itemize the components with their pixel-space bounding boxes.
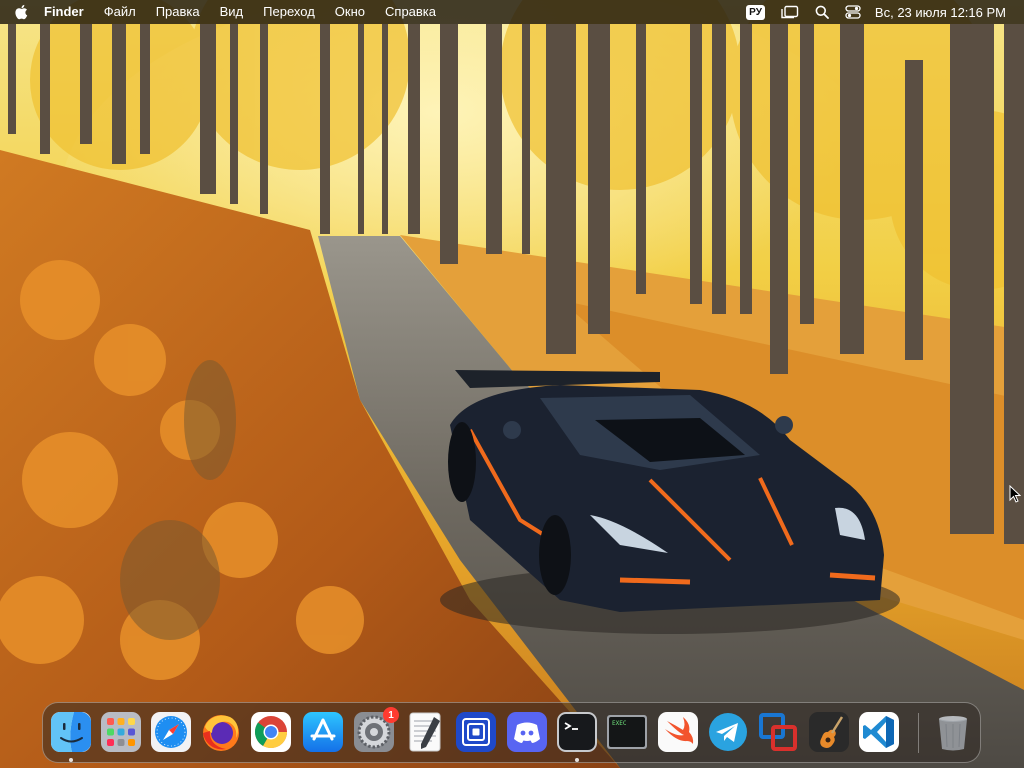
screens-icon [456,712,496,752]
dock-separator [918,713,919,753]
dock-launchpad[interactable] [100,711,142,753]
safari-icon [151,712,191,752]
finder-icon [51,712,91,752]
input-source-badge: РУ [746,4,765,20]
control-center-icon[interactable] [837,0,869,24]
garageband-icon [809,712,849,752]
dock-swift-playgrounds[interactable] [657,711,699,753]
spotlight-search-icon[interactable] [807,0,837,24]
terminal-icon [557,712,597,752]
firefox-icon [203,715,239,751]
menu-view[interactable]: Вид [210,0,254,24]
dock-finder[interactable] [50,711,92,762]
menu-window[interactable]: Окно [325,0,375,24]
dock-textedit[interactable] [404,711,446,753]
dock-safari[interactable] [150,711,192,753]
console-icon: EXEC [607,715,647,749]
dock-vscode[interactable] [858,711,900,753]
dock-parallels[interactable] [757,711,799,753]
dock-firefox[interactable] [200,711,242,753]
running-indicator [575,758,579,762]
discord-icon [507,712,547,752]
menu-app-name[interactable]: Finder [34,0,94,24]
console-label: EXEC [612,720,627,727]
vscode-icon [859,712,899,752]
dock-discord[interactable] [506,711,548,753]
dock-app-store[interactable] [302,711,344,753]
notification-badge: 1 [383,707,399,723]
dock-console[interactable]: EXEC [606,711,648,753]
parallels-icon [759,713,797,751]
swift-icon [658,712,698,752]
dock-system-settings[interactable]: 1 [353,707,399,753]
menu-edit[interactable]: Правка [146,0,210,24]
dock-screens[interactable] [455,711,497,753]
mouse-pointer-icon [1009,485,1021,503]
dock-terminal[interactable] [556,711,598,762]
menu-clock[interactable]: Вс, 23 июля 12:16 PM [869,5,1016,20]
telegram-icon [709,713,747,751]
apple-menu-icon[interactable] [8,4,34,20]
menu-go[interactable]: Переход [253,0,325,24]
dock-chrome[interactable] [250,711,292,753]
stage-manager-icon[interactable] [773,0,807,24]
app-store-icon [303,712,343,752]
textedit-icon [409,712,441,752]
trash-icon [939,716,967,751]
desktop-wallpaper [0,0,1024,768]
dock-telegram[interactable] [707,711,749,753]
input-source-menu[interactable]: РУ [738,0,773,24]
menu-bar: Finder Файл Правка Вид Переход Окно Спра… [0,0,1024,24]
dock-trash[interactable] [932,711,974,753]
launchpad-icon [101,712,141,752]
dock: 1 EXEC [42,702,981,763]
chrome-icon [251,712,291,752]
menu-help[interactable]: Справка [375,0,446,24]
running-indicator [69,758,73,762]
menu-file[interactable]: Файл [94,0,146,24]
dock-garageband[interactable] [808,711,850,753]
